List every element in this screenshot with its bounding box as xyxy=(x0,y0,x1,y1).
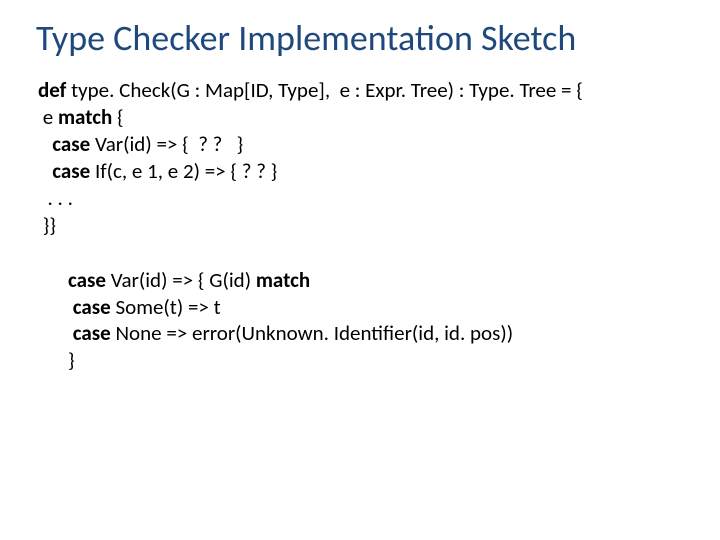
gamma-symbol: G xyxy=(209,267,222,293)
gamma-symbol: G xyxy=(177,77,190,103)
keyword-match: match xyxy=(256,267,310,293)
keyword-case: case xyxy=(68,267,106,293)
keyword-case: case xyxy=(52,131,90,157)
code-line: case None => error(Unknown. Identifier(i… xyxy=(68,320,690,347)
code-line: case Some(t) => t xyxy=(68,294,690,321)
code-line: }} xyxy=(38,212,690,239)
slide: Type Checker Implementation Sketch def t… xyxy=(0,0,720,540)
keyword-def: def xyxy=(38,77,66,103)
code-line: e match { xyxy=(38,104,690,131)
code-line: def type. Check(G : Map[ID, Type], e : E… xyxy=(38,77,690,104)
keyword-case: case xyxy=(73,294,111,320)
code-block-main: def type. Check(G : Map[ID, Type], e : E… xyxy=(38,77,690,374)
code-line: . . . xyxy=(38,185,690,212)
slide-title: Type Checker Implementation Sketch xyxy=(36,18,690,59)
code-line: case Var(id) => { G(id) match xyxy=(68,267,690,294)
keyword-case: case xyxy=(73,320,111,346)
code-line: } xyxy=(68,347,690,374)
keyword-match: match xyxy=(58,104,112,130)
code-block-detail: case Var(id) => { G(id) match case Some(… xyxy=(68,267,690,375)
code-line: case Var(id) => { ? ? } xyxy=(38,131,690,158)
code-line: case If(c, e 1, e 2) => { ? ? } xyxy=(38,158,690,185)
keyword-case: case xyxy=(52,158,90,184)
